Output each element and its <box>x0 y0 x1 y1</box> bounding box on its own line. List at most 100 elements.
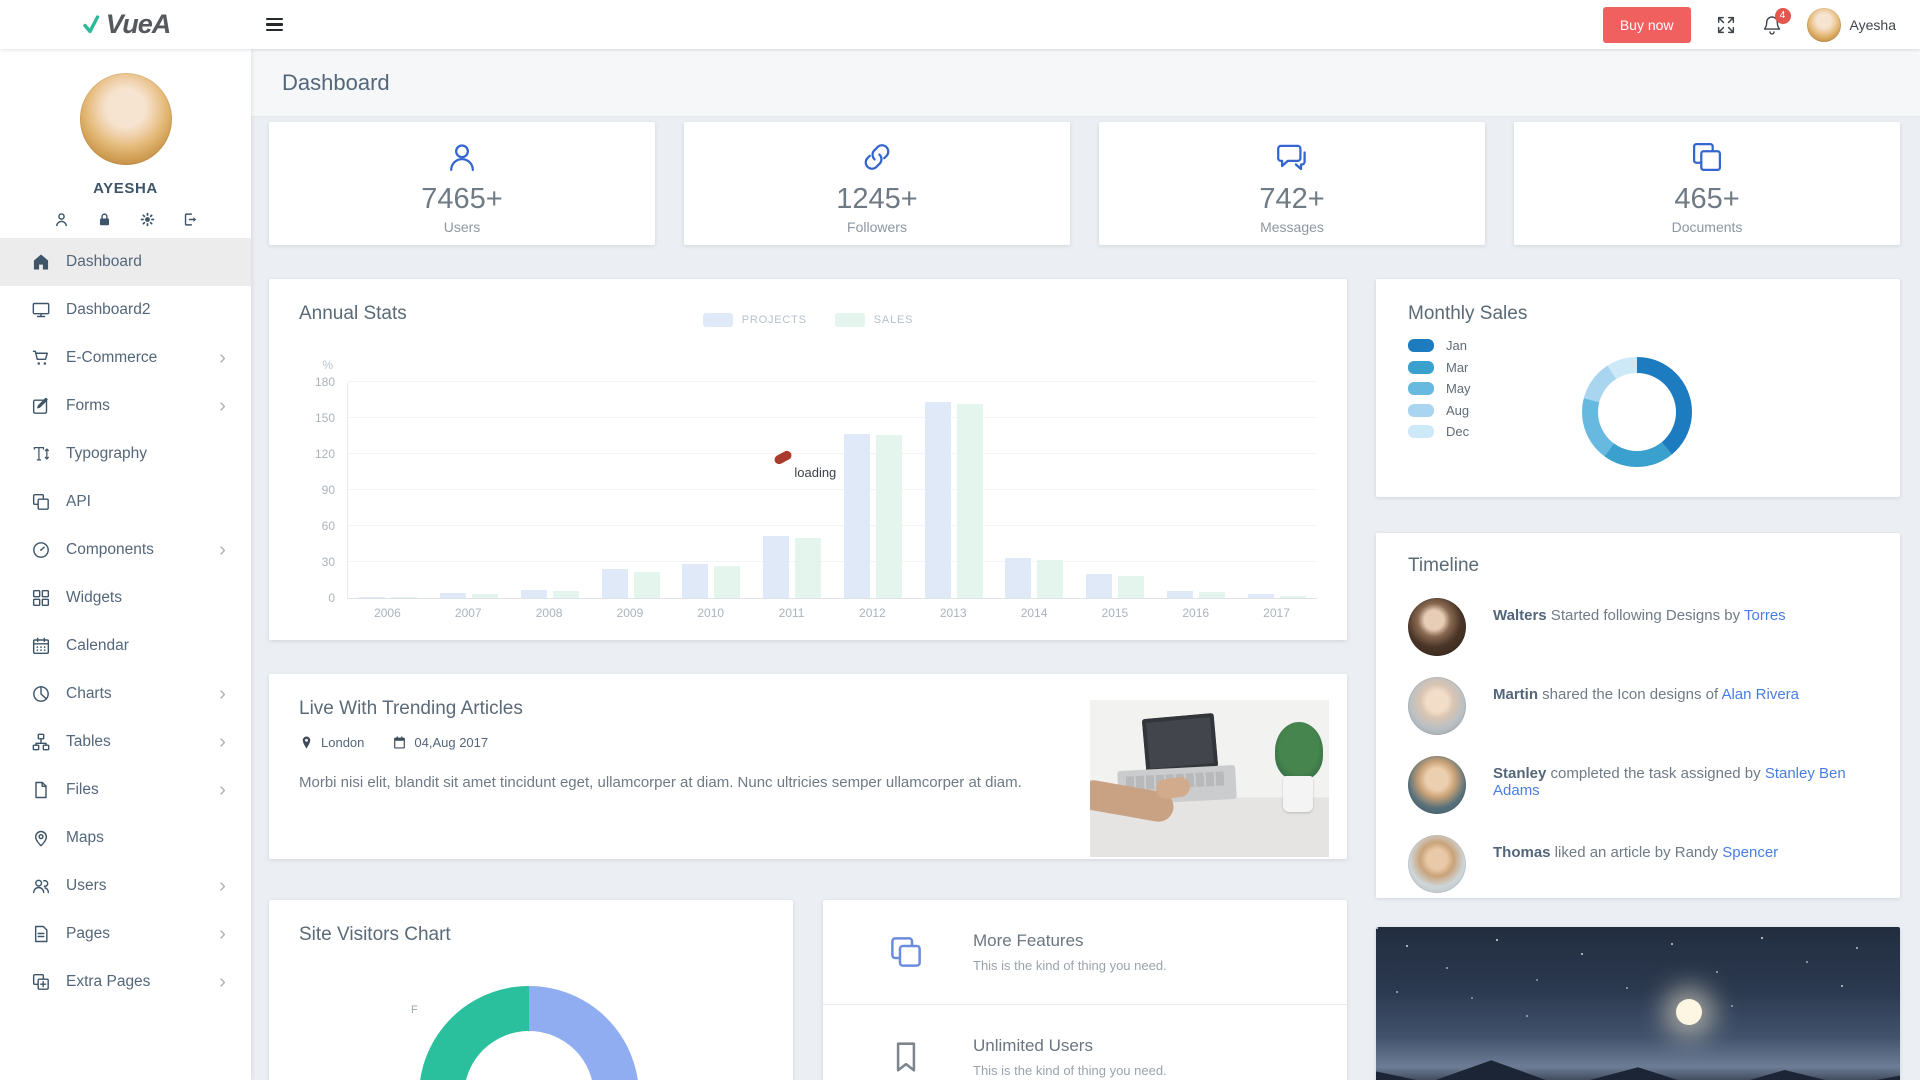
monthly-sales-card: Monthly Sales Jan Mar May Aug Dec <box>1376 279 1900 497</box>
timeline-card: Timeline Walters Started following Desig… <box>1376 533 1900 898</box>
documents-icon <box>1689 139 1725 175</box>
stat-card-users[interactable]: 7465+ Users <box>269 122 655 245</box>
logout-icon[interactable] <box>182 211 199 228</box>
feature-title: Unlimited Users <box>973 1035 1093 1055</box>
bar-sales-2009 <box>633 571 660 598</box>
sidebar-item-charts[interactable]: Charts <box>0 670 251 718</box>
stat-value: 1245+ <box>836 183 918 215</box>
chevron-right-icon <box>216 544 229 557</box>
profile-block: AYESHA <box>0 49 251 228</box>
timeline-user: Walters <box>1493 607 1547 624</box>
topbar: VueA Buy now 4 Ayesha <box>0 0 1920 49</box>
chevron-right-icon <box>216 976 229 989</box>
legend-item-jan: Jan <box>1408 338 1868 353</box>
bookmark-icon <box>887 1038 925 1076</box>
user-menu[interactable]: Ayesha <box>1806 7 1896 42</box>
sidebar-item-e-commerce[interactable]: E-Commerce <box>0 334 251 382</box>
sidebar-item-widgets[interactable]: Widgets <box>0 574 251 622</box>
feature-row-more-features[interactable]: More Features This is the kind of thing … <box>823 900 1347 1004</box>
stat-value: 465+ <box>1674 183 1740 215</box>
fullscreen-button[interactable] <box>1715 14 1737 36</box>
x-tick-label: 2007 <box>454 606 482 620</box>
location-meta: London <box>299 735 364 750</box>
sidebar-item-files[interactable]: Files <box>0 766 251 814</box>
loading-label: loading <box>794 465 837 480</box>
x-tick-label: 2010 <box>697 606 725 620</box>
avatar[interactable] <box>1408 756 1466 814</box>
bar-projects-2011 <box>763 535 790 598</box>
chart-annotation: F <box>411 1004 418 1016</box>
sidebar-item-maps[interactable]: Maps <box>0 814 251 862</box>
chevron-right-icon <box>216 352 229 365</box>
bar-projects-2016 <box>1166 590 1193 598</box>
timeline-link[interactable]: Torres <box>1744 607 1786 624</box>
sidebar-item-components[interactable]: Components <box>0 526 251 574</box>
stat-value: 7465+ <box>421 183 503 215</box>
sidebar-item-forms[interactable]: Forms <box>0 382 251 430</box>
avatar[interactable] <box>1408 835 1466 893</box>
stat-card-followers[interactable]: 1245+ Followers <box>684 122 1070 245</box>
x-tick-label: 2012 <box>859 606 886 620</box>
timeline-link[interactable]: Spencer <box>1722 844 1778 861</box>
lock-icon[interactable] <box>96 211 113 228</box>
site-visitors-card: Site Visitors Chart F <box>269 900 793 1080</box>
bar-sales-2011 <box>795 538 822 598</box>
sidebar-toggle-button[interactable] <box>266 12 292 38</box>
sidebar-item-calendar[interactable]: Calendar <box>0 622 251 670</box>
buy-now-button[interactable]: Buy now <box>1602 6 1691 43</box>
notifications-button[interactable]: 4 <box>1761 7 1791 36</box>
user-icon[interactable] <box>53 211 70 228</box>
sidebar-item-pages[interactable]: Pages <box>0 910 251 958</box>
forms-icon <box>31 396 51 416</box>
x-tick-label: 2013 <box>939 606 967 620</box>
bar-group-2012 <box>833 433 914 598</box>
stat-card-documents[interactable]: 465+ Documents <box>1514 122 1900 245</box>
bar-sales-2017 <box>1279 595 1306 598</box>
bar-group-2009 <box>590 569 671 598</box>
chevron-right-icon <box>216 928 229 941</box>
x-tick-label: 2008 <box>535 606 563 620</box>
notification-badge: 4 <box>1774 7 1791 24</box>
sidebar-item-label: Pages <box>66 925 110 942</box>
bar-sales-2012 <box>875 434 902 598</box>
components-icon <box>31 540 51 560</box>
article-text: Morbi nisi elit, blandit sit amet tincid… <box>299 774 1022 791</box>
timeline-link[interactable]: Alan Rivera <box>1721 686 1799 703</box>
profile-name: AYESHA <box>93 180 158 197</box>
annual-stats-card: Annual Stats PROJECTS SALES % 0 30 60 90 120 1… <box>269 279 1347 640</box>
app-logo[interactable]: VueA <box>0 9 251 40</box>
sidebar-item-label: Maps <box>66 829 104 846</box>
bar-group-2010 <box>671 564 752 598</box>
chevron-right-icon <box>216 688 229 701</box>
feature-row-unlimited-users[interactable]: Unlimited Users This is the kind of thin… <box>823 1004 1347 1080</box>
sidebar-item-tables[interactable]: Tables <box>0 718 251 766</box>
bar-projects-2008 <box>520 589 547 598</box>
moon-graphic <box>1676 999 1702 1025</box>
timeline-text: Thomas liked an article by Randy Spencer <box>1493 844 1779 861</box>
avatar[interactable] <box>1408 598 1466 656</box>
stat-card-messages[interactable]: 742+ Messages <box>1099 122 1485 245</box>
sidebar-item-label: Components <box>66 541 154 558</box>
sidebar-item-api[interactable]: API <box>0 478 251 526</box>
sidebar-item-users[interactable]: Users <box>0 862 251 910</box>
avatar[interactable] <box>1408 677 1466 735</box>
sidebar-item-extra-pages[interactable]: Extra Pages <box>0 958 251 1006</box>
feature-subtitle: This is the kind of thing you need. <box>973 1062 1167 1078</box>
stat-label: Messages <box>1260 219 1324 235</box>
profile-avatar[interactable] <box>79 73 172 165</box>
pages-icon <box>31 924 51 944</box>
bar-group-2006 <box>348 596 429 598</box>
stat-label: Documents <box>1671 219 1743 235</box>
bar-group-2017 <box>1236 594 1317 598</box>
sidebar-item-label: Dashboard <box>66 253 142 270</box>
sidebar-item-label: API <box>66 493 91 510</box>
sidebar-item-label: E-Commerce <box>66 349 158 366</box>
sidebar-item-typography[interactable]: Typography <box>0 430 251 478</box>
chevron-right-icon <box>216 784 229 797</box>
gear-icon[interactable] <box>139 211 156 228</box>
bar-projects-2009 <box>601 569 628 598</box>
sidebar-item-dashboard[interactable]: Dashboard <box>0 238 251 286</box>
sidebar-item-dashboard2[interactable]: Dashboard2 <box>0 286 251 334</box>
sidebar-item-label: Charts <box>66 685 112 702</box>
timeline-link[interactable]: Stanley Ben Adams <box>1493 765 1846 799</box>
